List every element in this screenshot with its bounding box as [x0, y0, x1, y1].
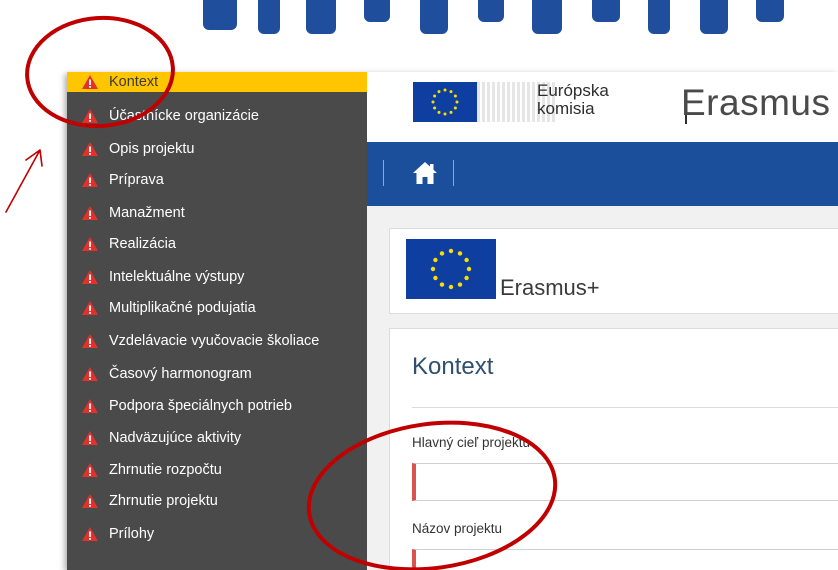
- sidebar-item[interactable]: Intelektuálne výstupy: [67, 261, 367, 293]
- sidebar-item[interactable]: Opis projektu: [67, 133, 367, 165]
- flag-star: [464, 275, 469, 281]
- sidebar-item-label: Zhrnutie rozpočtu: [109, 462, 222, 478]
- flag-star: [437, 90, 441, 94]
- flag-star: [457, 282, 463, 287]
- warning-triangle-icon: [82, 237, 98, 251]
- sidebar-item[interactable]: Zhrnutie rozpočtu: [67, 454, 367, 486]
- section-divider: [412, 407, 838, 408]
- sidebar-item-label: Manažment: [109, 205, 185, 221]
- warning-triangle-icon: [82, 301, 98, 315]
- ec-logo-line2: komisia: [537, 99, 595, 118]
- sidebar-item-label: Nadväzujúce aktivity: [109, 430, 242, 446]
- flag-star: [439, 251, 445, 256]
- flag-star: [464, 257, 469, 263]
- home-icon: [413, 162, 437, 184]
- european-commission-logo[interactable]: Európska komisia: [413, 80, 687, 130]
- sidebar-item-label: Kontext: [109, 74, 159, 90]
- warning-triangle-icon: [82, 206, 98, 220]
- top-navbar: [367, 142, 838, 206]
- eu-flag-icon: [413, 82, 477, 122]
- warning-triangle-icon: [82, 334, 98, 348]
- sidebar-item-label: Opis projektu: [109, 141, 195, 157]
- sidebar-item[interactable]: Časový harmonogram: [67, 358, 367, 390]
- sidebar-item-label: Zhrnutie projektu: [109, 493, 218, 509]
- flag-star: [455, 100, 459, 104]
- ec-logo-line1: Európska: [537, 81, 609, 100]
- flag-star: [449, 90, 453, 94]
- program-brand-card: Erasmus+: [389, 228, 838, 314]
- ec-logo-text: Európska komisia: [537, 82, 609, 118]
- top-header: Európska komisia Erasmus: [367, 72, 838, 142]
- sidebar-item-label: Prílohy: [109, 526, 155, 542]
- warning-triangle-icon: [82, 494, 98, 508]
- sidebar-item[interactable]: Zhrnutie projektu: [67, 485, 367, 517]
- section-title: Kontext: [412, 353, 494, 380]
- warning-triangle-icon: [82, 75, 98, 89]
- app-title: Erasmus: [681, 82, 831, 123]
- main-goal-label: Hlavný cieľ projektu: [412, 435, 530, 450]
- sidebar-item[interactable]: Príprava: [67, 164, 367, 196]
- sidebar-item-label: Účastnícke organizácie: [109, 108, 259, 124]
- flag-star: [449, 110, 453, 114]
- flag-star: [453, 94, 457, 98]
- sidebar-item[interactable]: Manažment: [67, 197, 367, 229]
- home-button[interactable]: [411, 160, 439, 186]
- sidebar-item-label: Príprava: [109, 172, 164, 188]
- flag-star: [433, 106, 437, 110]
- slide-title-fragment: [0, 0, 838, 34]
- warning-triangle-icon: [82, 463, 98, 477]
- warning-triangle-icon: [82, 270, 98, 284]
- warning-triangle-icon: [82, 173, 98, 187]
- sidebar-item-label: Realizácia: [109, 236, 176, 252]
- warning-triangle-icon: [82, 367, 98, 381]
- main-content: Európska komisia Erasmus Erasmus+ Kontex…: [367, 72, 838, 570]
- warning-triangle-icon: [82, 431, 98, 445]
- program-name: Erasmus+: [500, 275, 600, 300]
- flag-star: [443, 112, 447, 116]
- warning-triangle-icon: [82, 399, 98, 413]
- warning-triangle-icon: [82, 527, 98, 541]
- application-screenshot: Kontext Účastnícke organizácie Opis projek…: [67, 72, 838, 570]
- annotation-arrow: [5, 149, 43, 213]
- warning-triangle-icon: [82, 142, 98, 156]
- sidebar-item-label: Intelektuálne výstupy: [109, 269, 245, 285]
- sidebar-item[interactable]: Multiplikačné podujatia: [67, 292, 367, 324]
- sidebar-navigation: Kontext Účastnícke organizácie Opis projek…: [67, 72, 367, 570]
- project-name-input[interactable]: [412, 549, 838, 570]
- flag-star: [437, 110, 441, 114]
- project-name-label: Názov projektu: [412, 521, 503, 536]
- flag-star: [433, 257, 438, 263]
- flag-star: [431, 100, 435, 104]
- flag-star: [443, 88, 447, 92]
- flag-star: [448, 248, 454, 254]
- sidebar-item[interactable]: Účastnícke organizácie: [67, 100, 367, 132]
- flag-star: [433, 94, 437, 98]
- flag-star: [439, 282, 445, 287]
- sidebar-item[interactable]: Nadväzujúce aktivity: [67, 422, 367, 454]
- sidebar-item-label: Podpora špeciálnych potrieb: [109, 398, 292, 414]
- nav-separator: [453, 160, 454, 186]
- flag-star: [466, 266, 472, 272]
- sidebar-item-label: Vzdelávacie vyučovacie školiace: [109, 333, 320, 349]
- eu-flag-icon: [406, 239, 496, 299]
- sidebar-item[interactable]: Vzdelávacie vyučovacie školiace: [67, 325, 367, 357]
- sidebar-item[interactable]: Podpora špeciálnych potrieb: [67, 390, 367, 422]
- sidebar-item-label: Multiplikačné podujatia: [109, 300, 256, 316]
- main-goal-input[interactable]: [412, 463, 838, 501]
- nav-separator: [383, 160, 384, 186]
- context-form: Kontext Hlavný cieľ projektu Názov proje…: [389, 328, 838, 570]
- warning-triangle-icon: [82, 109, 98, 123]
- sidebar-item[interactable]: Prílohy: [67, 518, 367, 550]
- flag-star: [457, 251, 463, 256]
- sidebar-item[interactable]: Kontext: [67, 72, 367, 92]
- flag-star: [448, 284, 454, 290]
- flag-star: [430, 266, 436, 272]
- flag-star: [433, 275, 438, 281]
- sidebar-item[interactable]: Realizácia: [67, 228, 367, 260]
- sidebar-item-label: Časový harmonogram: [109, 366, 252, 382]
- flag-star: [453, 106, 457, 110]
